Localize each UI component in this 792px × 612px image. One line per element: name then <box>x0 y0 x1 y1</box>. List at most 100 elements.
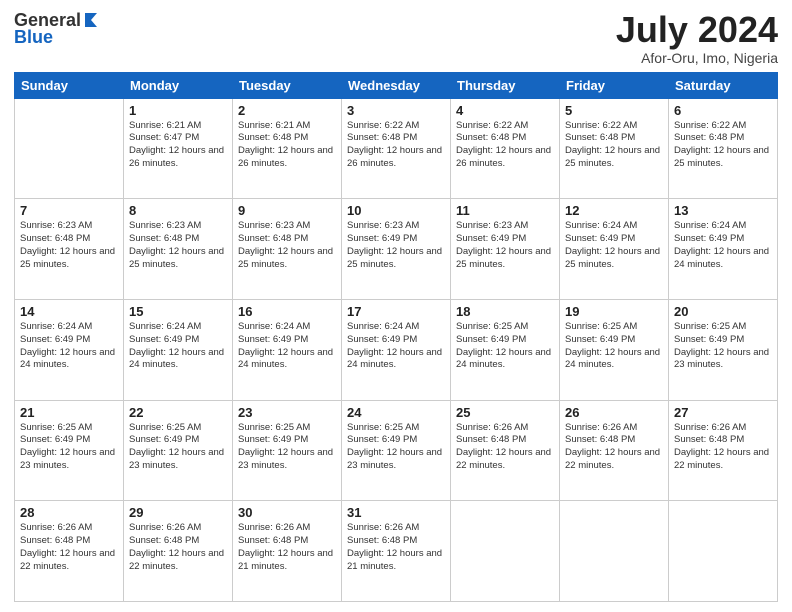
day-info: Sunrise: 6:24 AM Sunset: 6:49 PM Dayligh… <box>674 220 772 271</box>
calendar-week-row: 1Sunrise: 6:21 AM Sunset: 6:47 PM Daylig… <box>15 98 778 199</box>
day-number: 27 <box>674 405 772 420</box>
weekday-header: Tuesday <box>233 72 342 98</box>
day-number: 21 <box>20 405 118 420</box>
day-info: Sunrise: 6:22 AM Sunset: 6:48 PM Dayligh… <box>456 120 554 171</box>
day-number: 7 <box>20 203 118 218</box>
day-info: Sunrise: 6:22 AM Sunset: 6:48 PM Dayligh… <box>674 120 772 171</box>
day-number: 31 <box>347 505 445 520</box>
day-info: Sunrise: 6:26 AM Sunset: 6:48 PM Dayligh… <box>456 422 554 473</box>
calendar-cell <box>15 98 124 199</box>
calendar-cell: 21Sunrise: 6:25 AM Sunset: 6:49 PM Dayli… <box>15 400 124 501</box>
day-info: Sunrise: 6:24 AM Sunset: 6:49 PM Dayligh… <box>347 321 445 372</box>
day-info: Sunrise: 6:21 AM Sunset: 6:48 PM Dayligh… <box>238 120 336 171</box>
title-block: July 2024 Afor-Oru, Imo, Nigeria <box>616 10 778 66</box>
day-number: 8 <box>129 203 227 218</box>
calendar-cell: 29Sunrise: 6:26 AM Sunset: 6:48 PM Dayli… <box>124 501 233 602</box>
day-info: Sunrise: 6:26 AM Sunset: 6:48 PM Dayligh… <box>20 522 118 573</box>
calendar-cell: 13 Sunrise: 6:24 AM Sunset: 6:49 PM Dayli… <box>669 199 778 300</box>
logo: General Blue <box>14 10 103 48</box>
header: General Blue July 2024 Afor-Oru, Imo, Ni… <box>14 10 778 66</box>
calendar-cell: 1Sunrise: 6:21 AM Sunset: 6:47 PM Daylig… <box>124 98 233 199</box>
weekday-header: Thursday <box>451 72 560 98</box>
day-number: 30 <box>238 505 336 520</box>
calendar-week-row: 14Sunrise: 6:24 AM Sunset: 6:49 PM Dayli… <box>15 299 778 400</box>
calendar-week-row: 21 Sunrise: 6:25 AM Sunset: 6:49 PM Dayli… <box>15 400 778 501</box>
day-info: Sunrise: 6:24 AM Sunset: 6:49 PM Dayligh… <box>238 321 336 372</box>
day-number: 16 <box>238 304 336 319</box>
day-info: Sunrise: 6:26 AM Sunset: 6:48 PM Dayligh… <box>238 522 336 573</box>
day-number: 2 <box>238 103 336 118</box>
day-number: 17 <box>347 304 445 319</box>
day-info: Sunrise: 6:23 AM Sunset: 6:48 PM Dayligh… <box>238 220 336 271</box>
calendar-week-row: 7 Sunrise: 6:23 AM Sunset: 6:48 PM Daylig… <box>15 199 778 300</box>
day-info: Sunrise: 6:21 AM Sunset: 6:47 PM Dayligh… <box>129 120 227 171</box>
day-number: 28 <box>20 505 118 520</box>
calendar-cell: 2 Sunrise: 6:21 AM Sunset: 6:48 PM Daylig… <box>233 98 342 199</box>
day-info: Sunrise: 6:25 AM Sunset: 6:49 PM Dayligh… <box>674 321 772 372</box>
day-info: Sunrise: 6:25 AM Sunset: 6:49 PM Dayligh… <box>456 321 554 372</box>
weekday-header: Monday <box>124 72 233 98</box>
month-title: July 2024 <box>616 10 778 50</box>
day-info: Sunrise: 6:23 AM Sunset: 6:48 PM Dayligh… <box>20 220 118 271</box>
day-number: 12 <box>565 203 663 218</box>
calendar-cell: 6Sunrise: 6:22 AM Sunset: 6:48 PM Daylig… <box>669 98 778 199</box>
day-number: 26 <box>565 405 663 420</box>
weekday-header: Wednesday <box>342 72 451 98</box>
calendar-cell: 20Sunrise: 6:25 AM Sunset: 6:49 PM Dayli… <box>669 299 778 400</box>
day-info: Sunrise: 6:25 AM Sunset: 6:49 PM Dayligh… <box>129 422 227 473</box>
day-info: Sunrise: 6:25 AM Sunset: 6:49 PM Dayligh… <box>565 321 663 372</box>
day-info: Sunrise: 6:24 AM Sunset: 6:49 PM Dayligh… <box>129 321 227 372</box>
day-number: 11 <box>456 203 554 218</box>
day-info: Sunrise: 6:25 AM Sunset: 6:49 PM Dayligh… <box>238 422 336 473</box>
calendar-cell: 4 Sunrise: 6:22 AM Sunset: 6:48 PM Daylig… <box>451 98 560 199</box>
day-number: 10 <box>347 203 445 218</box>
day-number: 24 <box>347 405 445 420</box>
calendar-cell: 17 Sunrise: 6:24 AM Sunset: 6:49 PM Dayli… <box>342 299 451 400</box>
day-info: Sunrise: 6:23 AM Sunset: 6:49 PM Dayligh… <box>456 220 554 271</box>
calendar-cell: 30 Sunrise: 6:26 AM Sunset: 6:48 PM Dayli… <box>233 501 342 602</box>
calendar-table: SundayMondayTuesdayWednesdayThursdayFrid… <box>14 72 778 602</box>
day-info: Sunrise: 6:25 AM Sunset: 6:49 PM Dayligh… <box>347 422 445 473</box>
day-info: Sunrise: 6:26 AM Sunset: 6:48 PM Dayligh… <box>347 522 445 573</box>
day-info: Sunrise: 6:23 AM Sunset: 6:48 PM Dayligh… <box>129 220 227 271</box>
calendar-header-row: SundayMondayTuesdayWednesdayThursdayFrid… <box>15 72 778 98</box>
day-number: 22 <box>129 405 227 420</box>
calendar-cell <box>560 501 669 602</box>
day-info: Sunrise: 6:26 AM Sunset: 6:48 PM Dayligh… <box>674 422 772 473</box>
calendar-cell: 28 Sunrise: 6:26 AM Sunset: 6:48 PM Dayli… <box>15 501 124 602</box>
weekday-header: Friday <box>560 72 669 98</box>
day-info: Sunrise: 6:24 AM Sunset: 6:49 PM Dayligh… <box>565 220 663 271</box>
day-number: 13 <box>674 203 772 218</box>
day-info: Sunrise: 6:23 AM Sunset: 6:49 PM Dayligh… <box>347 220 445 271</box>
calendar-cell: 12 Sunrise: 6:24 AM Sunset: 6:49 PM Dayli… <box>560 199 669 300</box>
weekday-header: Sunday <box>15 72 124 98</box>
calendar-cell: 26Sunrise: 6:26 AM Sunset: 6:48 PM Dayli… <box>560 400 669 501</box>
calendar-cell: 24 Sunrise: 6:25 AM Sunset: 6:49 PM Dayli… <box>342 400 451 501</box>
day-number: 18 <box>456 304 554 319</box>
day-number: 4 <box>456 103 554 118</box>
day-number: 25 <box>456 405 554 420</box>
day-info: Sunrise: 6:22 AM Sunset: 6:48 PM Dayligh… <box>565 120 663 171</box>
calendar-cell: 8 Sunrise: 6:23 AM Sunset: 6:48 PM Daylig… <box>124 199 233 300</box>
calendar-cell: 31 Sunrise: 6:26 AM Sunset: 6:48 PM Dayli… <box>342 501 451 602</box>
day-number: 29 <box>129 505 227 520</box>
calendar-cell: 15 Sunrise: 6:24 AM Sunset: 6:49 PM Dayli… <box>124 299 233 400</box>
calendar-cell: 23 Sunrise: 6:25 AM Sunset: 6:49 PM Dayli… <box>233 400 342 501</box>
day-number: 5 <box>565 103 663 118</box>
calendar-cell: 10 Sunrise: 6:23 AM Sunset: 6:49 PM Dayli… <box>342 199 451 300</box>
day-number: 9 <box>238 203 336 218</box>
logo-icon <box>83 9 103 29</box>
calendar-cell: 7 Sunrise: 6:23 AM Sunset: 6:48 PM Daylig… <box>15 199 124 300</box>
calendar-cell: 14Sunrise: 6:24 AM Sunset: 6:49 PM Dayli… <box>15 299 124 400</box>
calendar-cell: 27 Sunrise: 6:26 AM Sunset: 6:48 PM Dayli… <box>669 400 778 501</box>
calendar-cell: 3Sunrise: 6:22 AM Sunset: 6:48 PM Daylig… <box>342 98 451 199</box>
calendar-cell: 18 Sunrise: 6:25 AM Sunset: 6:49 PM Dayli… <box>451 299 560 400</box>
calendar-cell: 19Sunrise: 6:25 AM Sunset: 6:49 PM Dayli… <box>560 299 669 400</box>
weekday-header: Saturday <box>669 72 778 98</box>
day-number: 15 <box>129 304 227 319</box>
day-number: 23 <box>238 405 336 420</box>
location: Afor-Oru, Imo, Nigeria <box>616 50 778 66</box>
calendar-cell: 22 Sunrise: 6:25 AM Sunset: 6:49 PM Dayli… <box>124 400 233 501</box>
calendar-cell: 25 Sunrise: 6:26 AM Sunset: 6:48 PM Dayli… <box>451 400 560 501</box>
day-info: Sunrise: 6:22 AM Sunset: 6:48 PM Dayligh… <box>347 120 445 171</box>
